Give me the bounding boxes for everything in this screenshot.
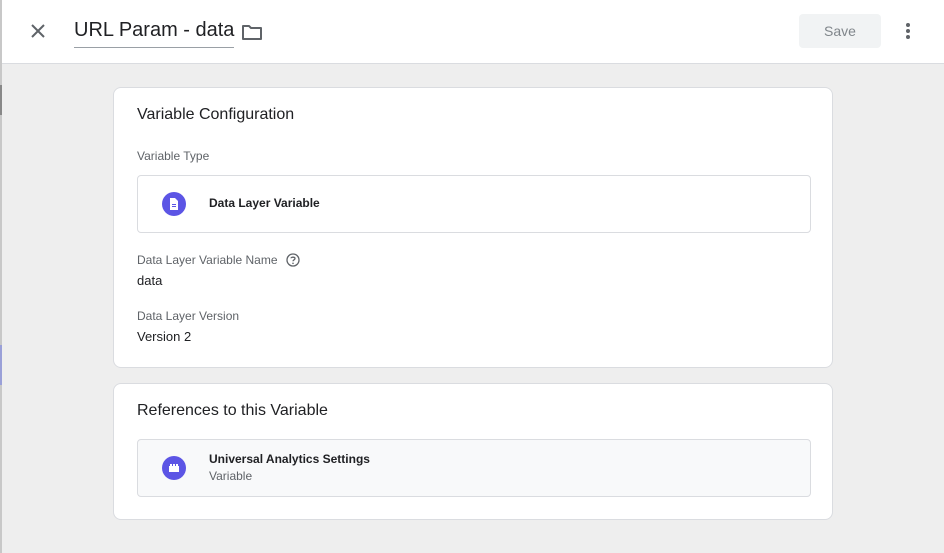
card-title: Variable Configuration	[137, 106, 295, 123]
data-layer-name-label: Data Layer Variable Name	[137, 253, 300, 267]
close-icon	[31, 24, 45, 38]
data-layer-name-value: data	[137, 273, 163, 288]
edge-mark	[0, 85, 2, 115]
references-card: References to this Variable Universal An…	[113, 383, 833, 520]
reference-name: Universal Analytics Settings	[209, 452, 370, 466]
folder-icon	[242, 25, 262, 40]
save-button[interactable]: Save	[799, 14, 881, 48]
reference-type: Variable	[209, 469, 253, 483]
settings-variable-icon	[162, 456, 186, 480]
more-vert-icon	[906, 23, 910, 39]
close-button[interactable]	[26, 19, 50, 43]
variable-type-label: Variable Type	[137, 149, 210, 163]
variable-title: URL Param - data	[74, 19, 235, 41]
title-field[interactable]: URL Param - data	[74, 17, 235, 48]
reference-item[interactable]: Universal Analytics Settings Variable	[137, 439, 811, 497]
data-layer-version-label: Data Layer Version	[137, 309, 240, 323]
edge-mark	[0, 345, 2, 385]
variable-type-selector[interactable]: Data Layer Variable	[137, 175, 811, 233]
folder-button[interactable]	[240, 20, 264, 44]
card-title: References to this Variable	[137, 402, 328, 419]
document-icon	[162, 192, 186, 216]
data-layer-version-value: Version 2	[137, 329, 192, 344]
help-icon[interactable]	[285, 253, 300, 267]
left-panel-edge	[0, 0, 2, 553]
data-layer-name-label-text: Data Layer Variable Name	[137, 253, 278, 267]
more-options-button[interactable]	[896, 19, 920, 43]
variable-type-name: Data Layer Variable	[209, 196, 320, 210]
variable-configuration-card: Variable Configuration Variable Type Dat…	[113, 87, 833, 368]
editor-header: URL Param - data Save	[2, 0, 944, 64]
